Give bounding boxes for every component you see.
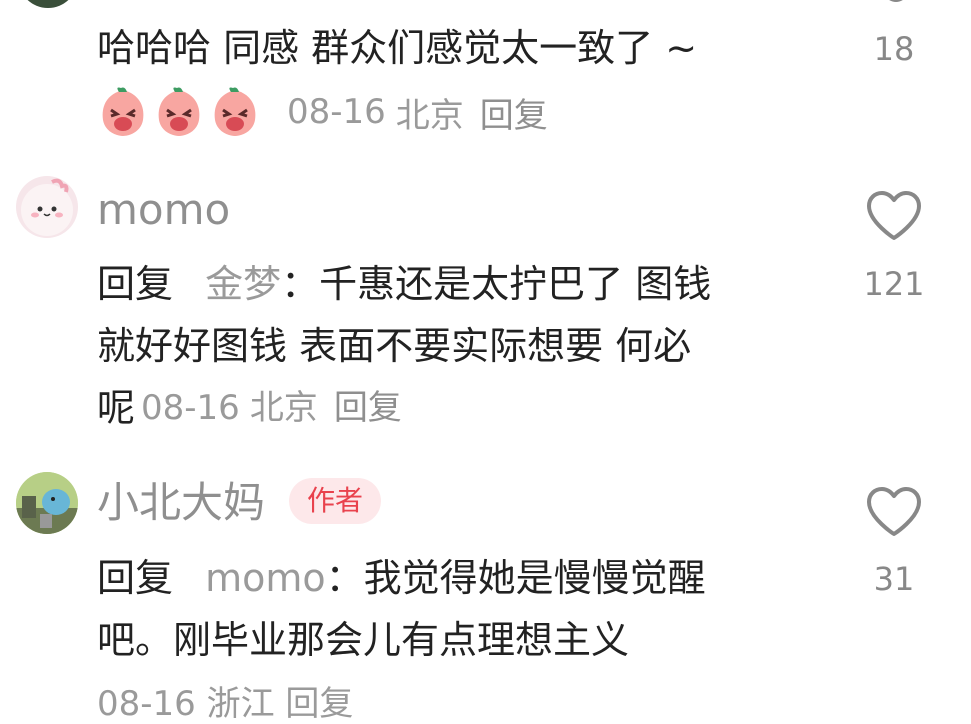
laughing-emoji-icon [158, 87, 200, 136]
avatar-image [21, 178, 73, 236]
username[interactable]: 小北大妈 [97, 478, 265, 528]
reply-prefix: 回复 [97, 262, 174, 306]
comment-line-3: 呢 08-16 北京 回复 [97, 380, 817, 436]
mention-link[interactable]: momo [205, 556, 326, 600]
reply-button[interactable]: 回复 [480, 88, 548, 137]
avatar-partial[interactable] [18, 0, 78, 8]
comment-date: 08-16 [141, 388, 240, 428]
comment-line-1-text: ：我觉得她是慢慢觉醒 [325, 556, 706, 600]
avatar[interactable] [16, 176, 78, 238]
laughing-emoji-icon [102, 87, 144, 136]
comment-meta: 08-16 北京 回复 [97, 84, 548, 140]
comment-text: 回复 金梦：千惠还是太拧巴了 图钱 就好好图钱 表面不要实际想要 何必 呢 08… [97, 256, 817, 436]
author-badge: 作者 [289, 478, 382, 524]
heart-icon[interactable] [865, 486, 923, 538]
comment-location: 北京 [395, 95, 464, 136]
comment-line-2: 吧。刚毕业那会儿有点理想主义 [97, 618, 630, 662]
comment-text: 哈哈哈 同感 群众们感觉太一致了 ~ [97, 26, 698, 70]
reply-prefix: 回复 [97, 556, 174, 600]
heart-icon-partial[interactable] [868, 0, 924, 8]
comment-line-3-text: 呢 [97, 386, 136, 430]
comment-text: 回复 momo：我觉得她是慢慢觉醒 吧。刚毕业那会儿有点理想主义 [97, 550, 817, 668]
heart-icon[interactable] [865, 190, 923, 242]
username[interactable]: momo [97, 185, 230, 235]
laughing-emoji-icon [214, 87, 256, 136]
comment-meta-partial: 08-16 浙江 回复 [97, 684, 354, 724]
avatar-image [16, 472, 78, 534]
like-count: 18 [873, 30, 915, 68]
comment-line-2: 就好好图钱 表面不要实际想要 何必 [97, 324, 692, 368]
comment-line-1-text: ：千惠还是太拧巴了 图钱 [281, 262, 712, 306]
mention-link[interactable]: 金梦 [205, 262, 281, 306]
comment-line-1: 回复 金梦：千惠还是太拧巴了 图钱 [97, 256, 817, 312]
comment-date: 08-16 [287, 92, 386, 132]
avatar[interactable] [16, 472, 78, 534]
like-count: 31 [873, 560, 915, 598]
reply-button[interactable]: 回复 [334, 380, 402, 436]
comment-location: 北京 [249, 388, 318, 428]
comment-line-1: 回复 momo：我觉得她是慢慢觉醒 [97, 550, 817, 606]
like-count: 121 [863, 265, 925, 303]
